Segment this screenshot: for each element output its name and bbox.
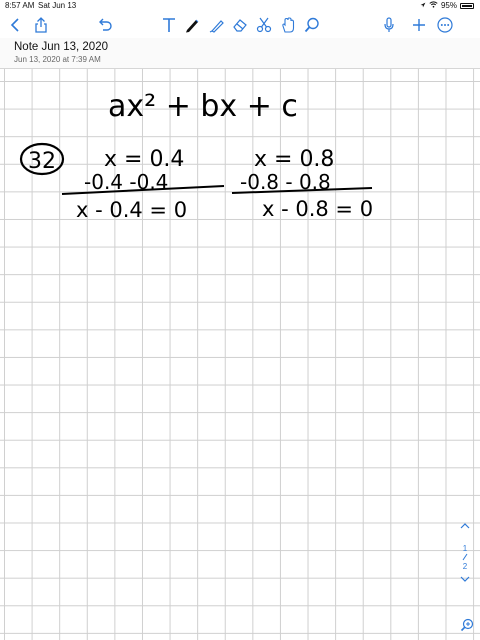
note-header: Note Jun 13, 2020 Jun 13, 2020 at 7:39 A… bbox=[0, 38, 480, 69]
toolbar bbox=[0, 12, 480, 38]
total-pages: 2 bbox=[462, 562, 468, 571]
hand-icon[interactable] bbox=[277, 12, 299, 38]
status-time: 8:57 AM bbox=[5, 1, 35, 10]
location-icon bbox=[420, 1, 426, 10]
page-navigator: 1 2 bbox=[458, 522, 472, 584]
status-date: Sat Jun 13 bbox=[38, 1, 77, 10]
zoom-icon[interactable] bbox=[460, 618, 474, 637]
status-right: 95% bbox=[420, 1, 474, 10]
search-icon[interactable] bbox=[301, 12, 323, 38]
chevron-down-icon[interactable] bbox=[460, 575, 470, 584]
scissors-icon[interactable] bbox=[253, 12, 275, 38]
note-subtitle: Jun 13, 2020 at 7:39 AM bbox=[14, 55, 101, 64]
wifi-icon bbox=[429, 1, 438, 10]
back-icon[interactable] bbox=[4, 12, 26, 38]
battery-icon bbox=[460, 2, 474, 9]
grid-paper-canvas[interactable] bbox=[0, 69, 480, 640]
eraser-icon[interactable] bbox=[229, 12, 251, 38]
share-icon[interactable] bbox=[30, 12, 52, 38]
note-title[interactable]: Note Jun 13, 2020 bbox=[14, 41, 108, 53]
current-page: 1 bbox=[462, 544, 468, 553]
add-icon[interactable] bbox=[408, 12, 430, 38]
mic-icon[interactable] bbox=[378, 12, 400, 38]
undo-icon[interactable] bbox=[94, 12, 116, 38]
status-bar: 8:57 AM Sat Jun 13 95% bbox=[0, 0, 480, 12]
more-icon[interactable] bbox=[434, 12, 456, 38]
battery-percent: 95% bbox=[440, 1, 457, 10]
chevron-up-icon[interactable] bbox=[460, 522, 470, 531]
pen-icon[interactable] bbox=[181, 12, 203, 38]
text-tool-icon[interactable] bbox=[158, 12, 180, 38]
highlighter-icon[interactable] bbox=[205, 12, 227, 38]
